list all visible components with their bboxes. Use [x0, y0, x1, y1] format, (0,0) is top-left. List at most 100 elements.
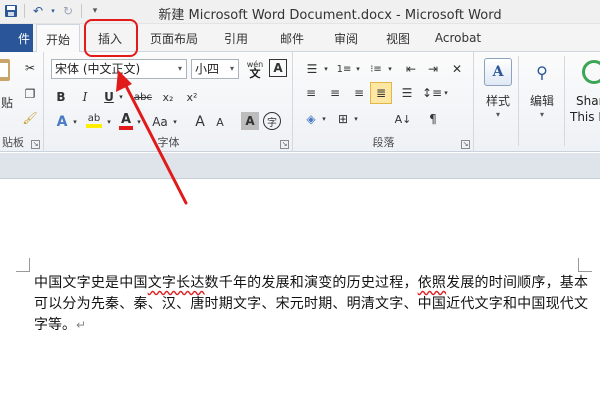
text-effects-dropdown-icon[interactable]: ▾: [71, 112, 79, 132]
format-painter-icon[interactable]: 🖌: [22, 110, 38, 126]
page-corner-mark-left: [16, 258, 30, 272]
doc-text-segment: 数千年的发展和演变的历史过程，: [204, 275, 418, 291]
styles-icon: A: [484, 58, 512, 86]
line-spacing-icon[interactable]: ↕≡: [422, 84, 442, 102]
copy-icon[interactable]: ❐: [22, 86, 38, 102]
char-shading-button[interactable]: A: [241, 112, 259, 130]
clipboard-group: 贴 ✂ ❐ 🖌 贴板 ↘: [0, 52, 44, 152]
document-paragraph[interactable]: 中国文字史是中国文字长达数千年的发展和演变的历史过程，依照发展的时间顺序，基本可…: [34, 273, 588, 336]
tab-file[interactable]: 件: [0, 24, 33, 52]
annotation-highlight-box: [84, 19, 138, 57]
grow-font-button[interactable]: A: [191, 112, 209, 132]
strikethrough-button[interactable]: abc: [131, 88, 155, 106]
tab-mailings[interactable]: 邮件: [270, 24, 314, 52]
underline-dropdown-icon[interactable]: ▾: [117, 88, 125, 106]
paragraph-group: ☰ ▾ 1≡ ▾ ⁝≡ ▾ ⇤ ⇥ ✕ ≡ ≡ ≡ ≣ ☰ ↕≡ ▾ ◈ ▾ ⊞…: [294, 52, 474, 152]
chinese-layout-icon[interactable]: ✕: [448, 60, 466, 78]
paste-label[interactable]: 贴: [0, 94, 14, 110]
tab-page-layout[interactable]: 页面布局: [142, 24, 206, 52]
bold-button[interactable]: B: [53, 88, 69, 106]
subscript-button[interactable]: x₂: [159, 88, 177, 106]
redo-icon[interactable]: ↻: [59, 2, 77, 20]
quick-access-toolbar: ↶ ▾ ↻ ▾: [2, 2, 104, 20]
bullets-dropdown-icon[interactable]: ▾: [322, 60, 330, 78]
ribbon: 贴 ✂ ❐ 🖌 贴板 ↘ 宋体 (中文正文) ▾ 小四 ▾ wén 文 A B …: [0, 52, 600, 152]
doc-text-spellcheck: 文字长达: [147, 275, 205, 291]
ribbon-divider: [564, 56, 565, 146]
share-icon: [582, 60, 600, 84]
italic-button[interactable]: I: [77, 88, 93, 106]
editing-label: 编辑: [529, 94, 554, 108]
font-size-combo[interactable]: 小四 ▾: [191, 59, 239, 79]
decrease-indent-icon[interactable]: ⇤: [402, 60, 420, 78]
superscript-button[interactable]: x²: [183, 88, 201, 106]
clipboard-launcher-icon[interactable]: ↘: [31, 140, 40, 149]
justify-icon[interactable]: ≣: [370, 82, 392, 104]
highlight-color-swatch: [86, 124, 102, 128]
tab-references[interactable]: 引用: [214, 24, 258, 52]
change-case-dropdown-icon[interactable]: ▾: [171, 112, 179, 132]
borders-icon[interactable]: ⊞: [334, 110, 352, 128]
shading-dropdown-icon[interactable]: ▾: [320, 110, 328, 128]
multilevel-dropdown-icon[interactable]: ▾: [386, 60, 394, 78]
binoculars-icon: ⚲: [536, 62, 548, 82]
font-size-value: 小四: [195, 62, 220, 76]
font-launcher-icon[interactable]: ↘: [280, 140, 289, 149]
paste-icon[interactable]: [0, 56, 12, 84]
styles-button[interactable]: A 样式 ▾: [478, 52, 518, 142]
font-group-label: 字体: [157, 136, 180, 149]
numbering-icon[interactable]: 1≡: [334, 60, 354, 78]
change-case-button[interactable]: Aa: [149, 112, 171, 132]
cut-icon[interactable]: ✂: [22, 60, 38, 76]
text-effects-icon[interactable]: A: [53, 112, 71, 132]
numbering-dropdown-icon[interactable]: ▾: [354, 60, 362, 78]
chevron-down-icon[interactable]: ▾: [174, 60, 186, 78]
tab-home[interactable]: 开始: [36, 24, 80, 53]
shading-icon[interactable]: ◈: [302, 110, 320, 128]
increase-indent-icon[interactable]: ⇥: [424, 60, 442, 78]
share-button[interactable]: Shar This F: [568, 52, 600, 152]
distributed-icon[interactable]: ☰: [398, 84, 416, 102]
font-color-dropdown-icon[interactable]: ▾: [135, 112, 143, 132]
doc-text-segment: 中国文字史是中国: [34, 275, 148, 291]
customize-toolbar-icon[interactable]: ▾: [86, 2, 104, 20]
share-label-line2: This F: [570, 110, 600, 124]
highlight-dropdown-icon[interactable]: ▾: [105, 112, 113, 132]
highlight-label: ab: [87, 113, 101, 124]
chevron-down-icon: ▾: [495, 110, 500, 119]
doc-text-spellcheck: 依照: [417, 275, 447, 291]
char-border-icon[interactable]: A: [269, 59, 287, 77]
highlight-button[interactable]: ab: [83, 110, 105, 132]
sort-icon[interactable]: A↓: [394, 110, 412, 128]
font-color-label: A: [120, 111, 132, 127]
share-label-line1: Shar: [576, 94, 600, 108]
tab-view[interactable]: 视图: [376, 24, 420, 52]
font-group: 宋体 (中文正文) ▾ 小四 ▾ wén 文 A B I U ▾ abc x₂ …: [45, 52, 293, 152]
font-color-button[interactable]: A: [117, 110, 135, 132]
editing-button[interactable]: ⚲ 编辑 ▾: [522, 52, 562, 142]
chevron-down-icon[interactable]: ▾: [226, 60, 238, 78]
tab-review[interactable]: 审阅: [324, 24, 368, 52]
borders-dropdown-icon[interactable]: ▾: [352, 110, 360, 128]
line-spacing-dropdown-icon[interactable]: ▾: [442, 84, 450, 102]
tab-acrobat[interactable]: Acrobat: [428, 24, 488, 52]
shrink-font-button[interactable]: A: [211, 112, 229, 132]
paragraph-launcher-icon[interactable]: ↘: [461, 140, 470, 149]
toolbar-separator: [81, 4, 82, 18]
paragraph-mark: ↵: [76, 318, 87, 332]
multilevel-list-icon[interactable]: ⁝≡: [366, 60, 386, 78]
underline-button[interactable]: U: [101, 88, 117, 106]
align-left-icon[interactable]: ≡: [302, 84, 320, 102]
undo-icon[interactable]: ↶: [29, 2, 47, 20]
enclose-char-button[interactable]: 字: [263, 112, 281, 130]
font-name-combo[interactable]: 宋体 (中文正文) ▾: [51, 59, 187, 79]
window-title: 新建 Microsoft Word Document.docx - Micros…: [158, 8, 502, 23]
phonetic-guide-button[interactable]: wén 文: [245, 58, 265, 80]
font-color-swatch: [119, 125, 133, 130]
show-marks-icon[interactable]: ¶: [424, 110, 442, 128]
save-icon[interactable]: [2, 2, 20, 20]
undo-dropdown-icon[interactable]: ▾: [49, 2, 57, 20]
align-center-icon[interactable]: ≡: [326, 84, 344, 102]
align-right-icon[interactable]: ≡: [350, 84, 368, 102]
bullets-icon[interactable]: ☰: [302, 60, 322, 78]
